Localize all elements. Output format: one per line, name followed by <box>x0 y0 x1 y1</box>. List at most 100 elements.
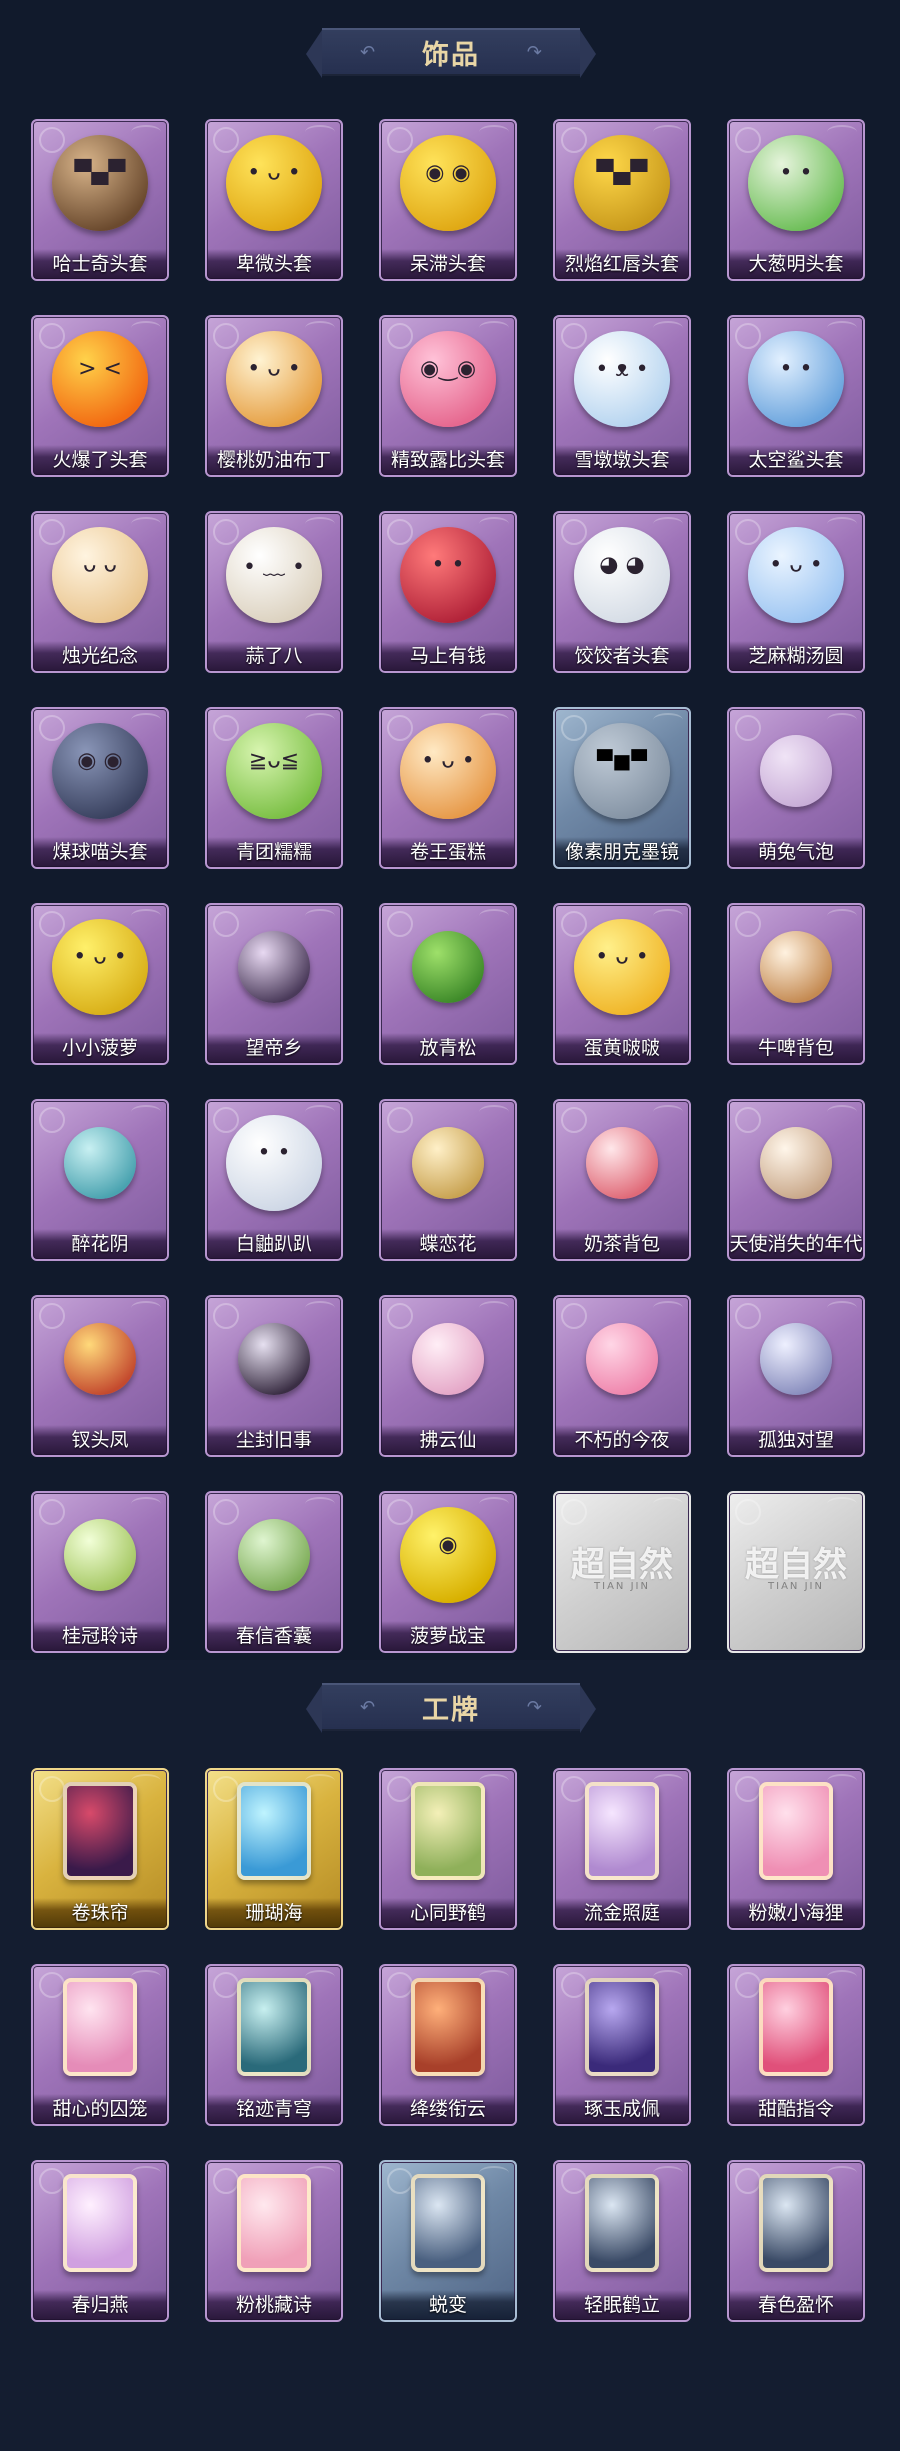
accessory-card[interactable]: 超自然 TIAN JIN <box>553 1491 691 1653</box>
accessory-card[interactable]: ᴗ ᴗ 烛光纪念 <box>31 511 169 673</box>
icon-face: • ᴗ • <box>73 944 127 970</box>
accessory-card[interactable]: ◉ ◉ 呆滞头套 <box>379 119 517 281</box>
accessory-card[interactable]: 蝶恋花 <box>379 1099 517 1261</box>
accessory-card[interactable]: • ᴗ • 蛋黄啵啵 <box>553 903 691 1065</box>
card-ornament <box>479 1497 509 1511</box>
accessory-card[interactable]: • • 白鼬趴趴 <box>205 1099 343 1261</box>
card-ornament <box>131 517 161 531</box>
rabbit-bubble-icon <box>760 735 832 807</box>
accessory-card[interactable]: 牛啤背包 <box>727 903 865 1065</box>
badge-card[interactable]: 卷珠帘 <box>31 1768 169 1930</box>
accessory-card[interactable]: • ᴗ • 卷王蛋糕 <box>379 707 517 869</box>
badge-card[interactable]: 珊瑚海 <box>205 1768 343 1930</box>
accessory-card[interactable]: ▀▄▀ 烈焰红唇头套 <box>553 119 691 281</box>
card-ornament <box>479 909 509 923</box>
item-name-label: 烛光纪念 <box>33 641 167 671</box>
badge-frame-icon <box>63 2174 137 2272</box>
accessory-card[interactable]: ◕ ◕ 饺饺者头套 <box>553 511 691 673</box>
accessory-card[interactable]: • ᴗ • 芝麻糊汤圆 <box>727 511 865 673</box>
accessory-card[interactable]: ◉‿◉ 精致露比头套 <box>379 315 517 477</box>
accessory-card[interactable]: 孤独对望 <box>727 1295 865 1457</box>
card-ornament <box>561 1303 587 1329</box>
accessory-card[interactable]: ▀▄▀ 哈士奇头套 <box>31 119 169 281</box>
accessory-card[interactable]: 萌兔气泡 <box>727 707 865 869</box>
accessory-card[interactable]: • • 大葱明头套 <box>727 119 865 281</box>
accessory-card[interactable]: 不朽的今夜 <box>553 1295 691 1457</box>
accessory-card[interactable]: 春信香囊 <box>205 1491 343 1653</box>
accessory-card[interactable]: 拂云仙 <box>379 1295 517 1457</box>
accessory-card[interactable]: 尘封旧事 <box>205 1295 343 1457</box>
badge-card[interactable]: 春色盈怀 <box>727 2160 865 2322</box>
item-name-label: 蝶恋花 <box>381 1229 515 1259</box>
accessory-card[interactable]: ◉ 菠萝战宝 <box>379 1491 517 1653</box>
silhouette-badge-icon <box>411 2174 485 2272</box>
husky-head-icon: ▀▄▀ <box>52 135 148 231</box>
icon-face: • • <box>257 1140 291 1166</box>
accessory-card[interactable]: ◉ ◉ 煤球喵头套 <box>31 707 169 869</box>
card-ornament <box>653 1105 683 1119</box>
card-ornament <box>561 1499 587 1525</box>
icon-face: ◉ <box>438 1532 458 1558</box>
item-name-label: 白鼬趴趴 <box>207 1229 341 1259</box>
card-ornament <box>479 713 509 727</box>
accessory-card[interactable]: • ᴗ • 卑微头套 <box>205 119 343 281</box>
item-name-label: 轻眠鹤立 <box>555 2290 689 2320</box>
accessory-card[interactable]: 天使消失的年代 <box>727 1099 865 1261</box>
card-ornament <box>39 2168 65 2194</box>
item-name-label: 钗头凤 <box>33 1425 167 1455</box>
butterfly-pendant-icon <box>412 1127 484 1199</box>
item-name-label: 放青松 <box>381 1033 515 1063</box>
accessory-card[interactable]: • ﹏ • 蒜了八 <box>205 511 343 673</box>
badge-card[interactable]: 甜酷指令 <box>727 1964 865 2126</box>
badge-card[interactable]: 铭迹青穹 <box>205 1964 343 2126</box>
candle-icon: ᴗ ᴗ <box>52 527 148 623</box>
badge-frame-icon <box>237 2174 311 2272</box>
badges-grid: 卷珠帘 珊瑚海 心同野鹤 流金照庭 粉嫩小海狸甜心的囚笼 铭迹青穹 绛缕衔云 琢玉成佩 甜酷指令… <box>31 1768 865 2322</box>
doll-pendant-icon <box>760 1323 832 1395</box>
accessory-card[interactable]: • • 太空鲨头套 <box>727 315 865 477</box>
accessory-card[interactable]: 奶茶背包 <box>553 1099 691 1261</box>
badge-frame-icon <box>237 1978 311 2076</box>
icon-face: • ᴗ • <box>247 160 301 186</box>
accessory-card[interactable]: 钗头凤 <box>31 1295 169 1457</box>
accessory-card[interactable]: 放青松 <box>379 903 517 1065</box>
green-rice-ball-icon: ≧ᴗ≦ <box>226 723 322 819</box>
card-ornament <box>561 1107 587 1133</box>
angel-figure-icon <box>760 1127 832 1199</box>
accessory-card[interactable]: 桂冠聆诗 <box>31 1491 169 1653</box>
badge-card[interactable]: 甜心的囚笼 <box>31 1964 169 2126</box>
accessory-card[interactable]: > < 火爆了头套 <box>31 315 169 477</box>
fire-head-icon: > < <box>52 331 148 427</box>
card-ornament <box>39 1303 65 1329</box>
accessory-card[interactable]: • ᴗ • 小小菠萝 <box>31 903 169 1065</box>
item-name-label: 春信香囊 <box>207 1621 341 1651</box>
badge-card[interactable]: 流金照庭 <box>553 1768 691 1930</box>
accessory-card[interactable]: ≧ᴗ≦ 青团糯糯 <box>205 707 343 869</box>
badge-card[interactable]: 心同野鹤 <box>379 1768 517 1930</box>
card-ornament <box>305 125 335 139</box>
pineapple-icon: • ᴗ • <box>52 919 148 1015</box>
card-ornament <box>735 323 761 349</box>
accessory-card[interactable]: • ᴥ • 雪墩墩头套 <box>553 315 691 477</box>
card-ornament <box>213 1303 239 1329</box>
badge-card[interactable]: 粉嫩小海狸 <box>727 1768 865 1930</box>
accessory-card[interactable]: ▀■▀ 像素朋克墨镜 <box>553 707 691 869</box>
accessory-card[interactable]: 望帝乡 <box>205 903 343 1065</box>
icon-face: ◉‿◉ <box>419 356 477 382</box>
badge-card[interactable]: 绛缕衔云 <box>379 1964 517 2126</box>
card-ornament <box>387 127 413 153</box>
accessory-card[interactable]: • • 马上有钱 <box>379 511 517 673</box>
accessory-card[interactable]: 超自然 TIAN JIN <box>727 1491 865 1653</box>
icon-face: • • <box>779 160 813 186</box>
card-ornament <box>39 323 65 349</box>
badge-card[interactable]: 春归燕 <box>31 2160 169 2322</box>
accessory-card[interactable]: 醉花阴 <box>31 1099 169 1261</box>
accessory-card[interactable]: • ᴗ • 樱桃奶油布丁 <box>205 315 343 477</box>
card-ornament <box>213 127 239 153</box>
badge-card[interactable]: 轻眠鹤立 <box>553 2160 691 2322</box>
icon-face: • ᴗ • <box>421 748 475 774</box>
card-ornament <box>213 1499 239 1525</box>
badge-card[interactable]: 蜕变 <box>379 2160 517 2322</box>
badge-card[interactable]: 粉桃藏诗 <box>205 2160 343 2322</box>
badge-card[interactable]: 琢玉成佩 <box>553 1964 691 2126</box>
